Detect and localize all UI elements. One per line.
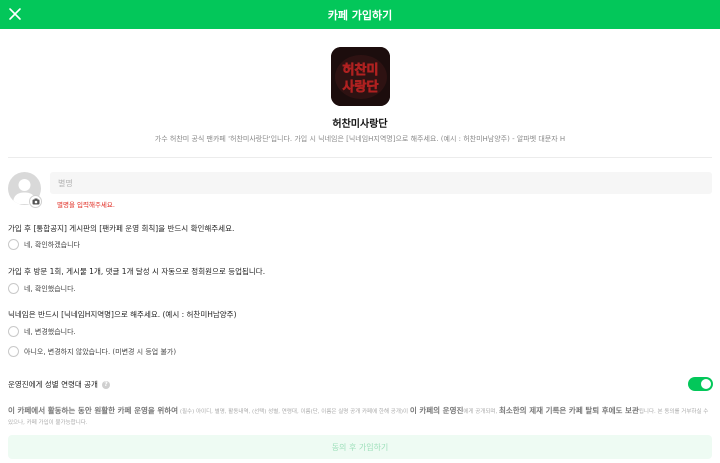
notice-text-1: (필수) 아이디, 별명, 활동내역, (선택) 성별, 연령대, 이름(단, … <box>178 409 410 415</box>
question-2: 가입 후 방문 1회, 게시물 1개, 댓글 1개 달성 시 자동으로 정회원으… <box>8 267 266 276</box>
option-label: 아니오, 변경하지 않았습니다. (미변경 시 등업 불가) <box>24 347 177 356</box>
cafe-description: 가수 허찬미 공식 팬카페 '허찬미사랑단'입니다. 가입 시 닉네임은 [닉네… <box>154 135 566 143</box>
cafe-logo: 허찬미 사랑단 <box>331 47 390 106</box>
notice-text-2: 에게 공개되며, <box>463 409 499 415</box>
svg-text:사랑단: 사랑단 <box>343 79 379 95</box>
help-icon[interactable]: ? <box>101 380 110 389</box>
nickname-input[interactable] <box>50 172 712 194</box>
radio-button[interactable] <box>8 239 19 250</box>
gender-age-toggle[interactable] <box>688 377 713 391</box>
option-label: 네, 변경했습니다. <box>24 327 76 336</box>
question-3-option-1[interactable]: 네, 변경했습니다. <box>8 326 76 337</box>
notice-bold-2: 이 카페의 운영진 <box>409 406 464 415</box>
gender-age-label: 운영진에게 성별 연령대 공개 <box>8 380 98 389</box>
question-1: 가입 후 [통합공지] 게시판의 [팬카페 운영 회칙]을 반드시 확인해주세요… <box>8 224 235 233</box>
camera-button[interactable] <box>29 195 42 208</box>
top-bar: 카페 가입하기 <box>0 0 720 29</box>
question-3: 닉네임은 반드시 [닉네임H지역명]으로 해주세요. (예시 : 허찬미H남양주… <box>8 310 237 319</box>
privacy-notice: 이 카페에서 활동하는 동안 원활한 카페 운영을 위하여 (필수) 아이디, … <box>8 406 712 428</box>
nickname-error: 별명을 입력해주세요. <box>57 201 115 209</box>
radio-button[interactable] <box>8 326 19 337</box>
question-1-option-1[interactable]: 네, 확인하겠습니다 <box>8 239 80 250</box>
option-label: 네, 확인하겠습니다 <box>24 240 80 249</box>
cafe-name: 허찬미사랑단 <box>332 119 388 130</box>
question-3-option-2[interactable]: 아니오, 변경하지 않았습니다. (미변경 시 등업 불가) <box>8 346 176 357</box>
divider <box>8 157 712 158</box>
notice-bold-1: 이 카페에서 활동하는 동안 원활한 카페 운영을 위하여 <box>8 406 179 415</box>
camera-icon <box>32 198 39 205</box>
radio-button[interactable] <box>8 283 19 294</box>
gender-age-row: 운영진에게 성별 연령대 공개 ? <box>8 379 110 390</box>
page-title: 카페 가입하기 <box>327 9 393 22</box>
svg-text:허찬미: 허찬미 <box>343 62 379 78</box>
toggle-knob <box>701 379 711 389</box>
join-button[interactable]: 동의 후 가입하기 <box>8 435 712 459</box>
question-2-option-1[interactable]: 네, 확인했습니다. <box>8 283 76 294</box>
option-label: 네, 확인했습니다. <box>24 284 76 293</box>
radio-button[interactable] <box>8 346 19 357</box>
notice-bold-3: 최소한의 제재 기록은 카페 탈퇴 후에도 보관 <box>498 406 639 415</box>
